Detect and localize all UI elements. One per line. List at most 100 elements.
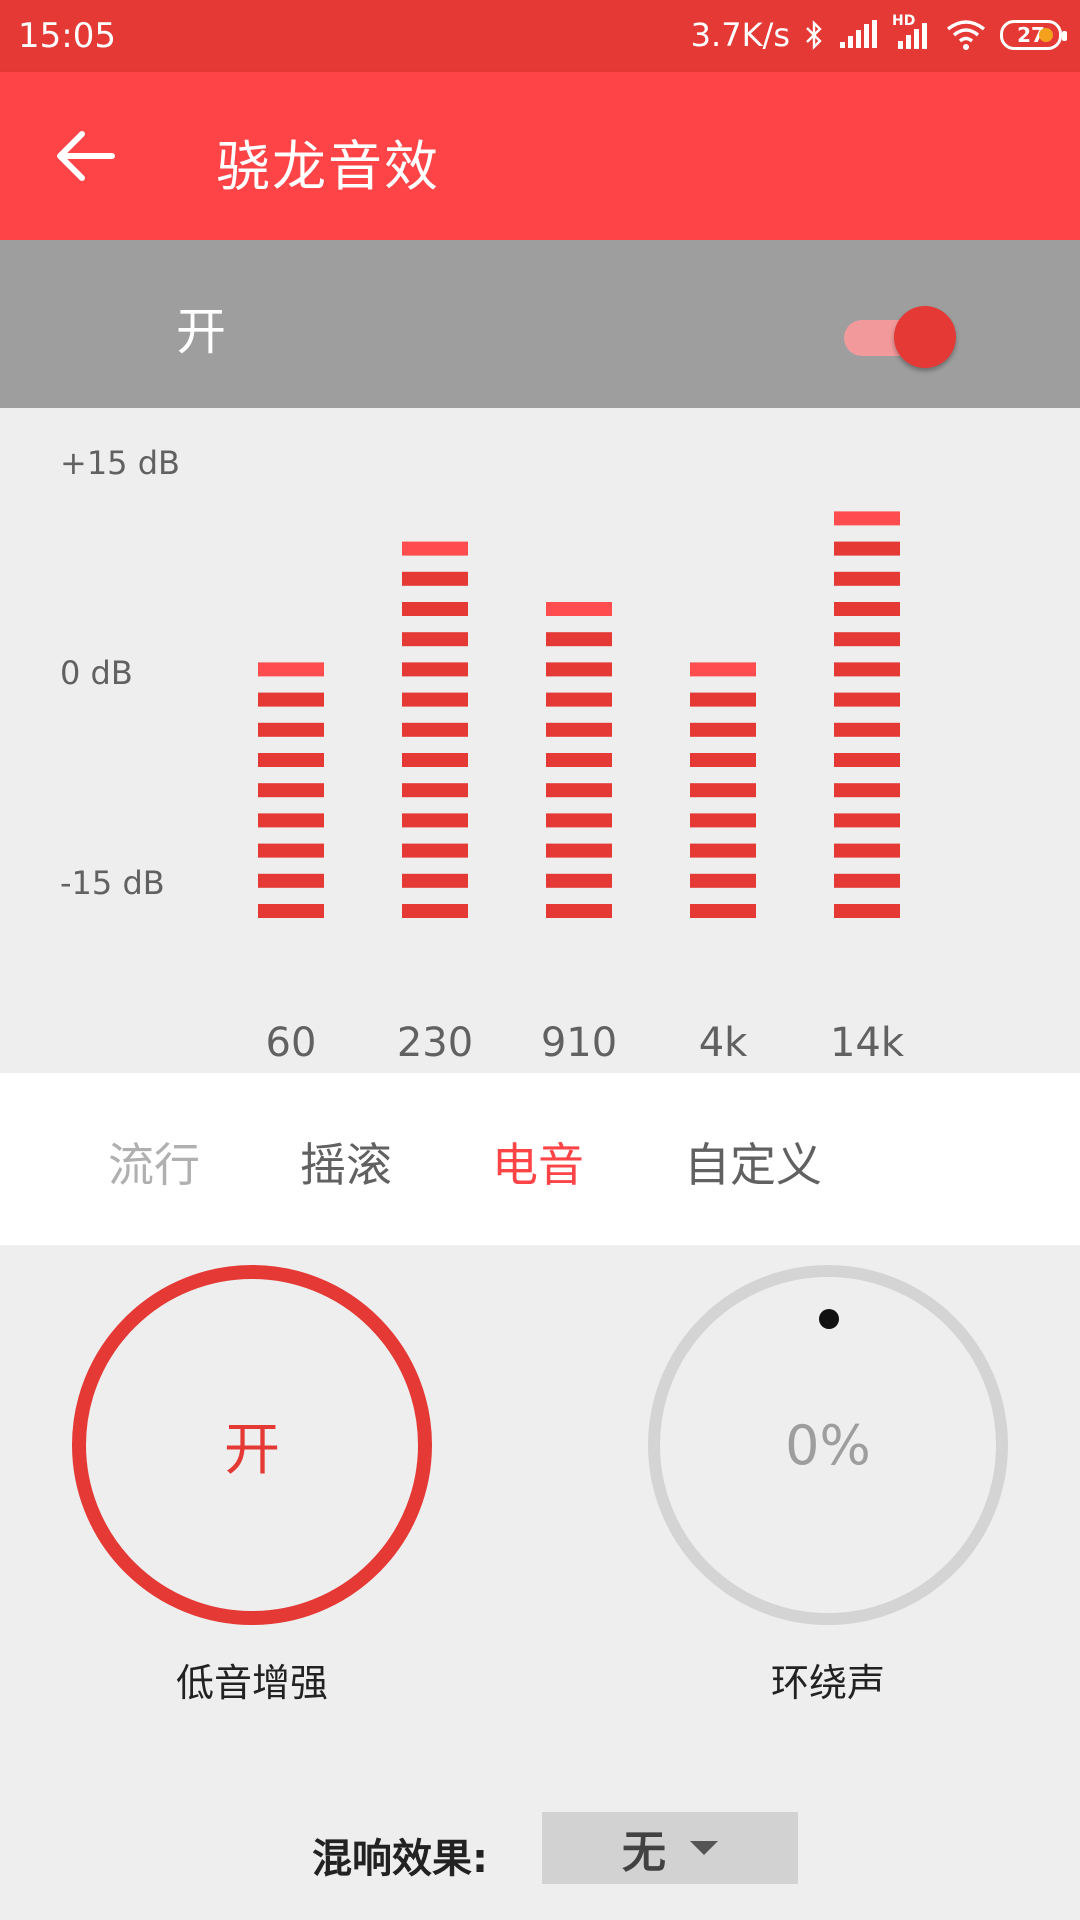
eq-segment <box>402 662 468 677</box>
preset-rock[interactable]: 摇滚 <box>300 1129 392 1195</box>
eq-segment <box>834 783 900 798</box>
status-icons: 3.7K/s HD 27 <box>690 13 1067 54</box>
preset-tabs: 流行 摇滚 电音 自定义 <box>0 1073 1080 1245</box>
eq-band-4k[interactable] <box>690 662 756 918</box>
app-bar: 骁龙音效 <box>0 72 1080 240</box>
eq-segment <box>834 541 900 556</box>
eq-segment <box>402 873 468 888</box>
bass-boost-value: 开 <box>224 1417 280 1483</box>
eq-band-14k[interactable] <box>834 511 900 918</box>
eq-segment <box>258 843 324 858</box>
eq-segment <box>258 662 324 677</box>
eq-segment <box>258 873 324 888</box>
eq-segment <box>690 843 756 858</box>
eq-segment <box>402 813 468 828</box>
bass-boost-label: 低音增强 <box>175 1661 328 1705</box>
wifi-icon <box>946 20 986 50</box>
eq-segment <box>834 904 900 918</box>
eq-segment <box>402 843 468 858</box>
eq-segment <box>690 904 756 918</box>
eq-segment <box>402 571 468 586</box>
eq-segment <box>834 843 900 858</box>
hd-signal-icon: HD <box>892 13 932 51</box>
eq-segment <box>402 753 468 767</box>
eq-segment <box>834 722 900 737</box>
equalizer-bars[interactable] <box>0 408 1080 1073</box>
dropdown-caret-icon <box>690 1841 718 1855</box>
preset-pop[interactable]: 流行 <box>108 1129 200 1195</box>
app-root: 15:05 3.7K/s HD 27 骁龙音效 开 +15 dB 0 dB -1… <box>0 0 1080 1920</box>
eq-segment <box>402 722 468 737</box>
eq-segment <box>402 904 468 918</box>
eq-segment <box>402 541 468 556</box>
eq-segment <box>546 904 612 918</box>
surround-knob[interactable]: 0% <box>648 1265 1008 1625</box>
eq-segment <box>834 571 900 586</box>
eq-segment <box>546 813 612 828</box>
signal-icon <box>840 20 877 48</box>
reverb-dropdown[interactable]: 无 <box>542 1812 798 1884</box>
eq-segment <box>690 662 756 677</box>
master-toggle-row[interactable]: 开 <box>0 240 1080 408</box>
eq-segment <box>546 843 612 858</box>
eq-segment <box>834 813 900 828</box>
back-arrow-icon[interactable] <box>52 126 116 186</box>
network-speed: 3.7K/s <box>690 16 790 54</box>
eq-band-label: 4k <box>698 1020 748 1066</box>
preset-electronic[interactable]: 电音 <box>492 1129 584 1195</box>
eq-band-label: 230 <box>396 1020 474 1066</box>
status-time: 15:05 <box>18 16 116 56</box>
eq-band-label: 60 <box>265 1020 317 1066</box>
eq-segment <box>546 662 612 677</box>
battery-icon: 27 <box>1000 20 1067 50</box>
eq-segment <box>690 753 756 767</box>
eq-segment <box>546 602 612 616</box>
eq-segment <box>834 692 900 707</box>
eq-segment <box>258 813 324 828</box>
eq-segment <box>834 511 900 526</box>
eq-segment <box>834 753 900 767</box>
page-title: 骁龙音效 <box>216 135 440 198</box>
eq-segment <box>834 632 900 647</box>
bass-boost-knob[interactable]: 开 <box>72 1265 432 1625</box>
eq-segment <box>258 692 324 707</box>
eq-segment <box>546 873 612 888</box>
eq-segment <box>258 753 324 767</box>
reverb-label: 混响效果: <box>312 1836 488 1882</box>
surround-value: 0% <box>785 1413 871 1477</box>
eq-band-910[interactable] <box>546 602 612 918</box>
eq-segment <box>834 662 900 677</box>
switch-thumb <box>894 306 956 368</box>
status-bar: 15:05 3.7K/s HD 27 <box>0 0 1080 72</box>
eq-band-label: 910 <box>540 1020 618 1066</box>
eq-segment <box>402 783 468 798</box>
eq-segment <box>258 904 324 918</box>
surround-label: 环绕声 <box>770 1661 885 1705</box>
eq-segment <box>690 692 756 707</box>
eq-segment <box>690 813 756 828</box>
preset-custom[interactable]: 自定义 <box>684 1129 822 1195</box>
eq-segment <box>546 692 612 707</box>
eq-segment <box>402 692 468 707</box>
eq-segment <box>546 632 612 647</box>
bluetooth-icon <box>806 20 822 50</box>
eq-segment <box>546 722 612 737</box>
eq-segment <box>546 753 612 767</box>
eq-band-60[interactable] <box>258 662 324 918</box>
eq-band-label: 14k <box>829 1020 905 1066</box>
eq-segment <box>690 873 756 888</box>
eq-band-230[interactable] <box>402 541 468 918</box>
eq-segment <box>690 783 756 798</box>
equalizer-panel: +15 dB 0 dB -15 dB 60 230 910 4k 14k <box>0 408 1080 1073</box>
eq-segment <box>258 722 324 737</box>
eq-segment <box>258 783 324 798</box>
eq-segment <box>690 722 756 737</box>
master-toggle-label: 开 <box>176 303 226 361</box>
eq-segment <box>546 783 612 798</box>
eq-segment <box>834 602 900 616</box>
eq-segment <box>402 632 468 647</box>
eq-segment <box>402 602 468 616</box>
eq-segment <box>834 873 900 888</box>
reverb-value: 无 <box>622 1827 666 1878</box>
master-switch[interactable] <box>844 304 956 370</box>
